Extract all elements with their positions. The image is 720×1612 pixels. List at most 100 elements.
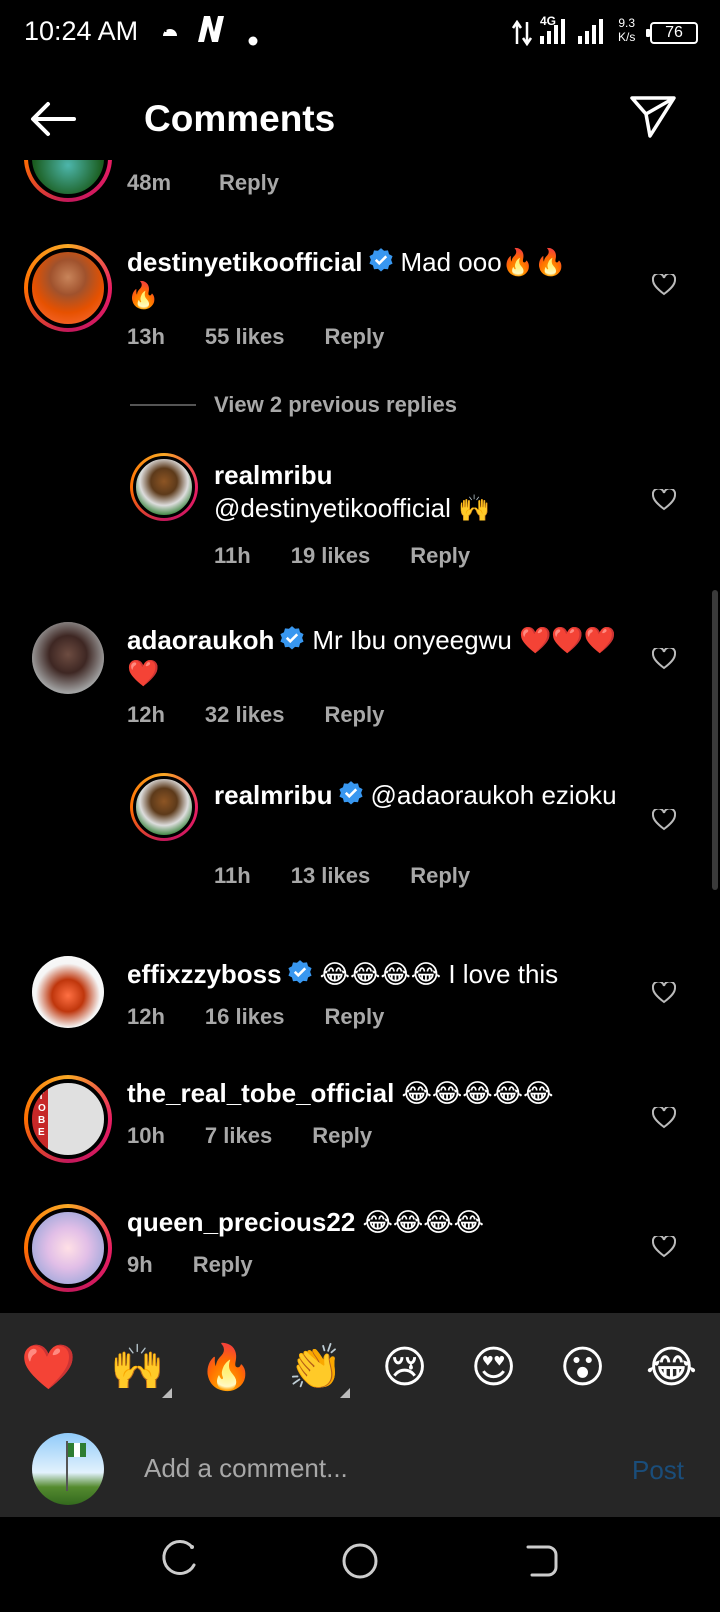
avatar[interactable]	[130, 453, 198, 521]
heart-icon[interactable]	[652, 274, 676, 296]
emoji-raised-hands-button[interactable]: 🙌	[98, 1342, 178, 1398]
avatar[interactable]	[130, 773, 198, 841]
comment-body: realmribu @destinyetikoofficial 🙌	[214, 459, 634, 525]
comment-text: 😂😂😂😂	[362, 1207, 485, 1237]
heart-icon[interactable]	[652, 809, 676, 831]
avatar[interactable]	[32, 956, 104, 1028]
netflix-icon	[194, 14, 226, 50]
comment-username[interactable]: queen_precious22	[127, 1207, 355, 1237]
skin-tone-indicator	[339, 1388, 350, 1398]
comment-username[interactable]: the_real_tobe_official	[127, 1078, 394, 1108]
comment-text: 😂😂😂😂😂	[401, 1078, 554, 1108]
avatar[interactable]	[24, 244, 112, 332]
verified-badge-icon	[280, 626, 304, 650]
comment-body: adaoraukoh Mr Ibu onyeegwu ❤️❤️❤️❤️	[127, 624, 617, 690]
post-button[interactable]: Post	[632, 1455, 684, 1486]
comment-body: realmribu @adaoraukoh ezioku	[214, 779, 634, 812]
likes-count[interactable]: 19 likes	[291, 543, 371, 569]
avatar[interactable]: TOBE	[24, 1075, 112, 1163]
reply-button[interactable]: Reply	[410, 543, 470, 569]
dot-icon	[248, 26, 258, 52]
comment-input[interactable]: Add a comment...	[144, 1453, 348, 1484]
comment-time: 9h	[127, 1252, 153, 1277]
comment-composer: Add a comment... Post	[0, 1423, 720, 1517]
likes-count[interactable]: 7 likes	[205, 1123, 272, 1149]
emoji-heart-eyes-button[interactable]: 😍	[454, 1342, 534, 1394]
heart-icon[interactable]	[652, 982, 676, 1004]
heart-icon[interactable]	[652, 648, 676, 670]
avatar-logo-text: TOBE	[38, 1091, 46, 1138]
my-avatar	[32, 1433, 104, 1505]
comment-meta: 13h 55 likes Reply	[127, 324, 384, 350]
back-arrow-icon[interactable]	[28, 94, 84, 144]
comment-time: 10h	[127, 1123, 165, 1148]
emoji-fire-button[interactable]: 🔥	[187, 1342, 267, 1394]
reply-button[interactable]: Reply	[193, 1252, 253, 1278]
comment-meta: 10h 7 likes Reply	[127, 1123, 372, 1149]
verified-badge-icon	[338, 781, 363, 805]
comment-time: 11h	[214, 543, 251, 568]
home-icon[interactable]	[338, 1539, 382, 1583]
comment-body: destinyetikoofficial Mad ooo🔥🔥🔥	[127, 246, 597, 312]
scrollbar[interactable]	[712, 590, 718, 890]
battery-level: 76	[665, 24, 683, 41]
emoji-surprised-button[interactable]: 😮	[543, 1342, 623, 1394]
emoji-crying-button[interactable]: 😢	[365, 1342, 445, 1394]
comment-meta: 11h 19 likes Reply	[214, 543, 470, 569]
heart-icon[interactable]	[652, 489, 676, 511]
reply-button[interactable]: Reply	[312, 1123, 372, 1149]
comment-username[interactable]: adaoraukoh	[127, 625, 274, 655]
view-replies-label: View 2 previous replies	[214, 392, 457, 417]
comment-time: 11h	[214, 863, 251, 888]
system-nav-bar	[0, 1517, 720, 1612]
reply-button[interactable]: Reply	[324, 702, 384, 728]
network-speed: 9.3 K/s	[618, 16, 636, 44]
comment-body: effixzzyboss 😂😂😂😂 I love this	[127, 958, 627, 991]
likes-count[interactable]: 32 likes	[205, 702, 285, 728]
comment-text: @adaoraukoh ezioku	[370, 780, 617, 810]
page-title: Comments	[144, 98, 336, 139]
header: Comments	[0, 64, 720, 174]
comment-body: the_real_tobe_official 😂😂😂😂😂	[127, 1077, 627, 1110]
status-time: 10:24 AM	[24, 16, 139, 46]
comment-meta: 9h Reply	[127, 1252, 253, 1278]
verified-badge-icon	[288, 960, 312, 984]
comment-meta: 11h 13 likes Reply	[214, 863, 470, 889]
avatar[interactable]	[24, 1204, 112, 1292]
recents-icon[interactable]	[158, 1539, 202, 1583]
comment-username[interactable]: realmribu	[214, 460, 333, 490]
likes-count[interactable]: 13 likes	[291, 863, 371, 889]
reply-button[interactable]: Reply	[324, 1004, 384, 1030]
comments-list[interactable]: 48m Reply destinyetikoofficial Mad ooo🔥🔥🔥…	[0, 160, 720, 1313]
status-bar: 10:24 AM 4G 9.3 K/s 76	[0, 0, 720, 64]
view-previous-replies-button[interactable]: View 2 previous replies	[130, 392, 457, 418]
emoji-laughing-button[interactable]: 😂	[632, 1342, 712, 1394]
heart-icon[interactable]	[652, 1107, 676, 1129]
emoji-clap-button[interactable]: 👏	[276, 1342, 356, 1398]
data-arrows-icon	[511, 19, 533, 52]
comment-username[interactable]: realmribu	[214, 780, 333, 810]
paper-plane-icon[interactable]	[628, 92, 684, 148]
likes-count[interactable]: 55 likes	[205, 324, 285, 350]
skin-tone-indicator	[161, 1388, 172, 1398]
heart-icon[interactable]	[652, 1236, 676, 1258]
comment-time: 13h	[127, 324, 165, 349]
android-debug-icon	[160, 18, 180, 44]
avatar[interactable]	[32, 622, 104, 694]
verified-badge-icon	[368, 248, 393, 272]
likes-count[interactable]: 16 likes	[205, 1004, 285, 1030]
comment-time: 12h	[127, 702, 165, 727]
reply-button[interactable]: Reply	[219, 170, 279, 196]
comment-meta: 12h 16 likes Reply	[127, 1004, 384, 1030]
reply-button[interactable]: Reply	[324, 324, 384, 350]
battery-icon: 76	[646, 22, 698, 44]
reply-button[interactable]: Reply	[410, 863, 470, 889]
emoji-heart-button[interactable]: ❤️	[9, 1342, 89, 1394]
avatar[interactable]	[24, 160, 112, 202]
back-nav-icon[interactable]	[518, 1539, 562, 1583]
comment-time: 12h	[127, 1004, 165, 1029]
divider	[130, 404, 196, 406]
comment-username[interactable]: effixzzyboss	[127, 959, 282, 989]
comment-text: @destinyetikoofficial 🙌	[214, 493, 491, 523]
comment-username[interactable]: destinyetikoofficial	[127, 247, 363, 277]
